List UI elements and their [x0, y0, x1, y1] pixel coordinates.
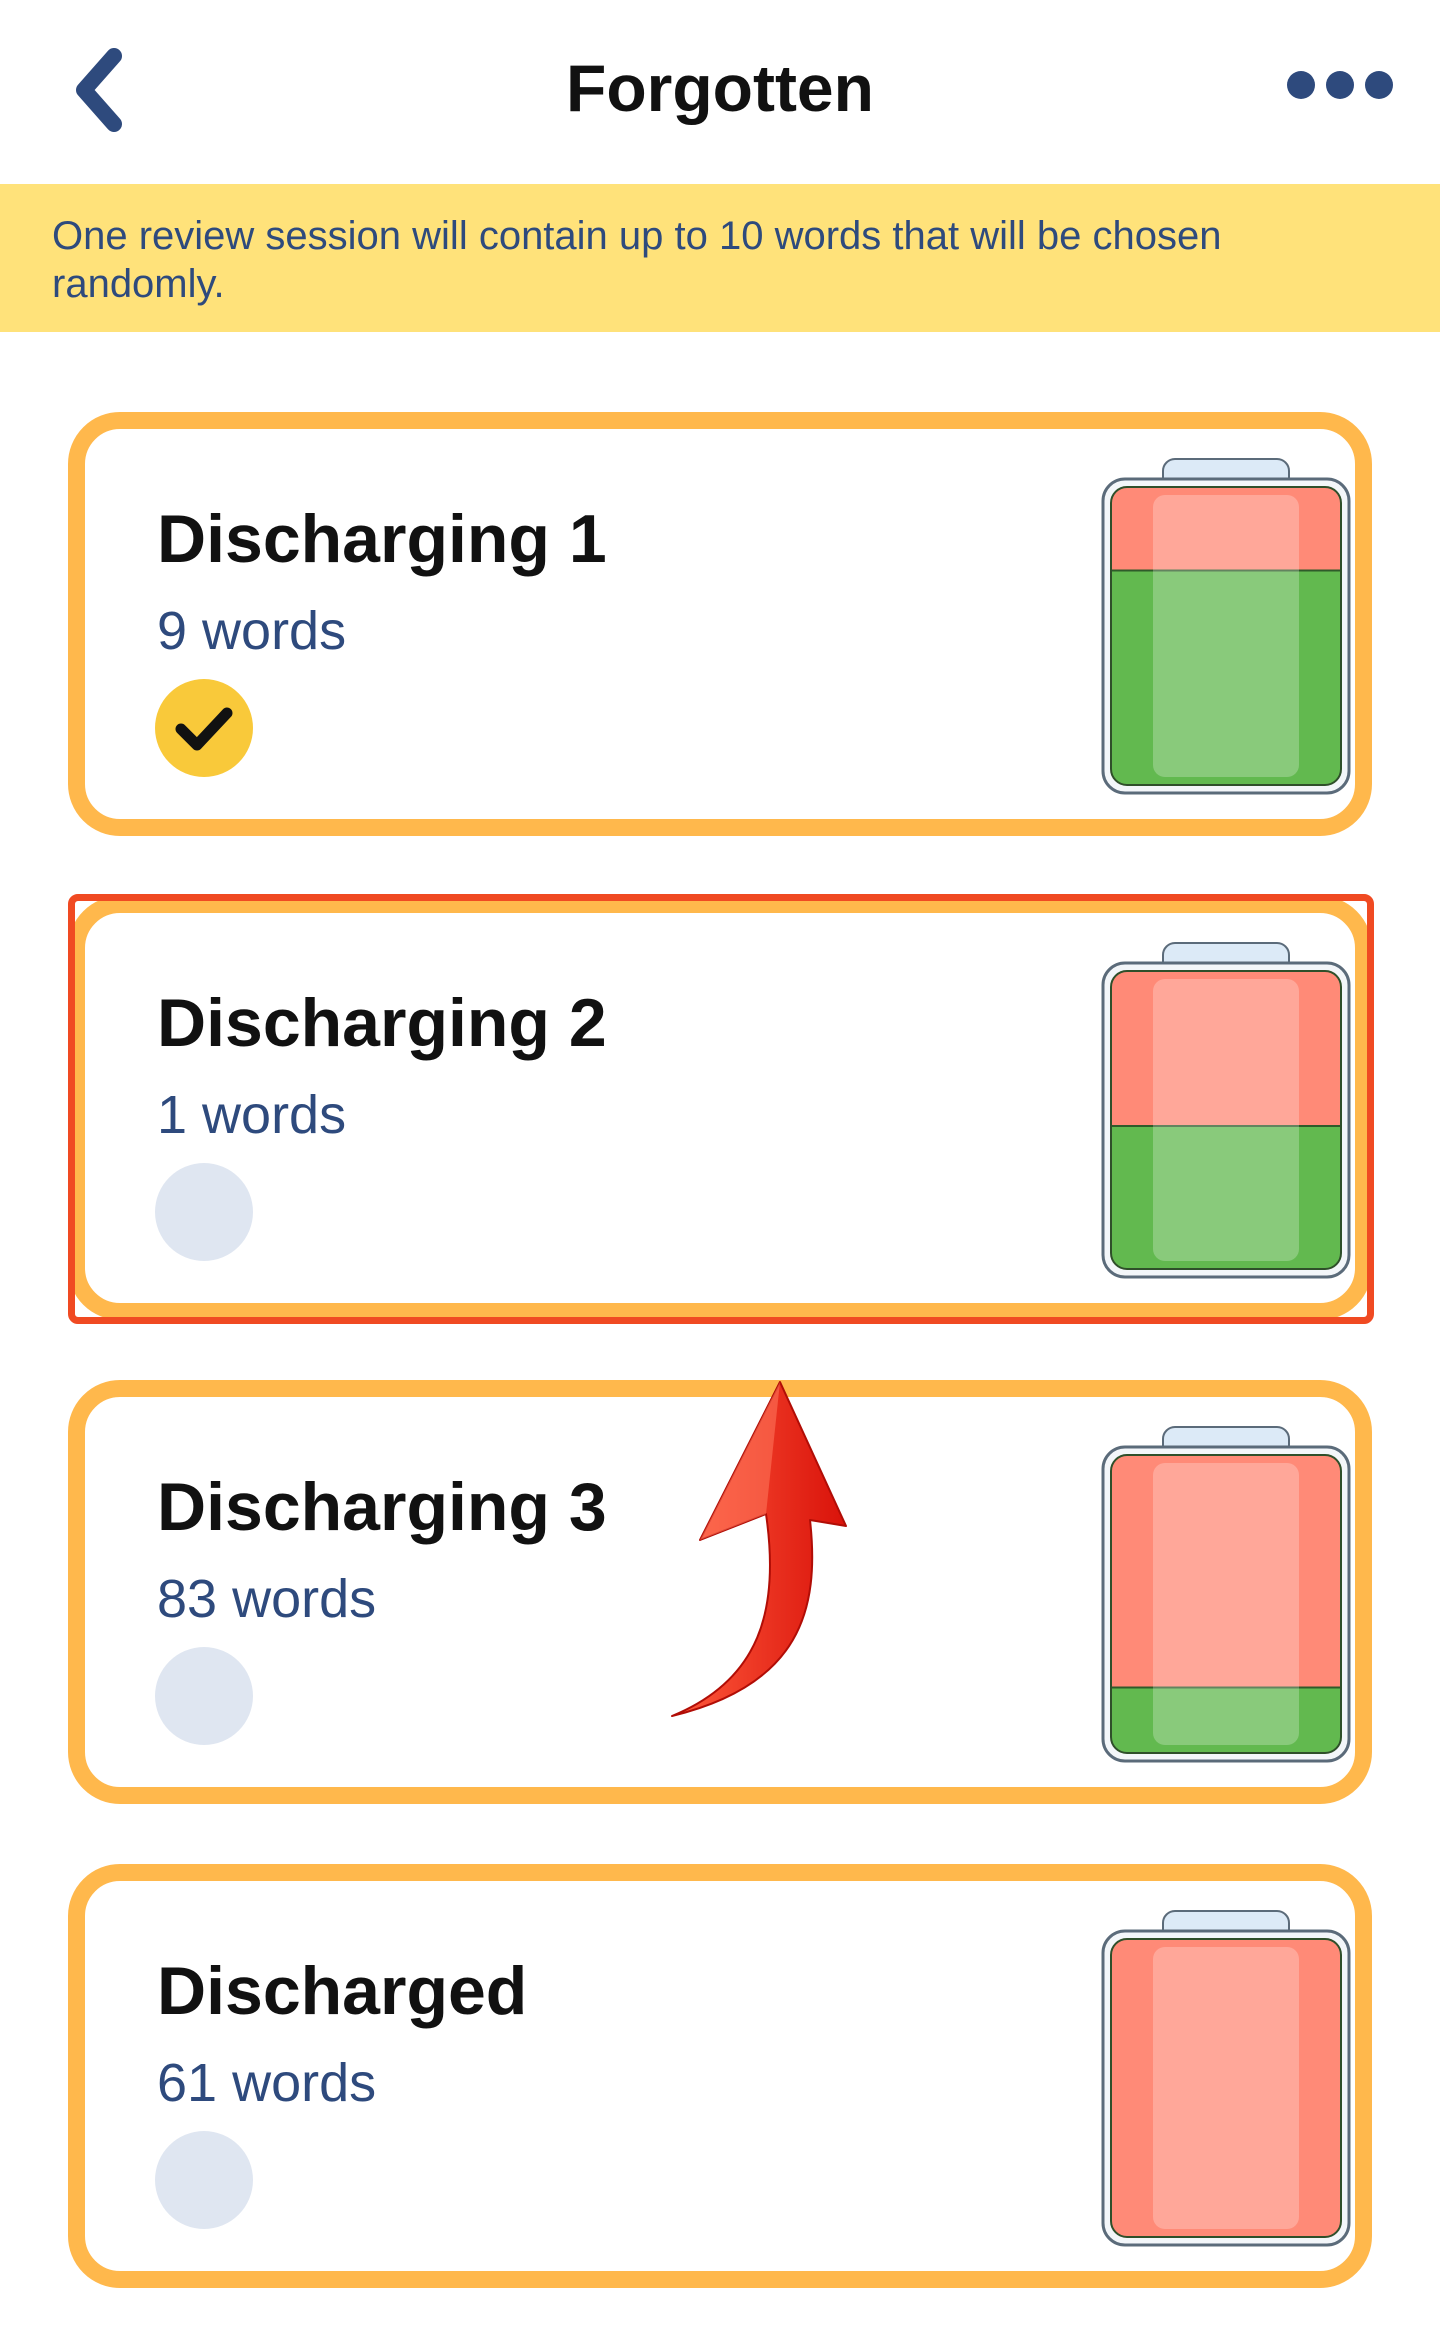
- level-card-discharging-2[interactable]: Discharging 2 1 words: [68, 896, 1372, 1320]
- card-title: Discharging 2: [157, 985, 607, 1061]
- battery-shine: [1153, 495, 1299, 777]
- battery-shine: [1153, 1947, 1299, 2229]
- card-title: Discharged: [157, 1953, 528, 2029]
- battery-shine: [1153, 1463, 1299, 1745]
- screen: Forgotten One review session will contai…: [0, 0, 1440, 2344]
- selection-check[interactable]: [155, 1647, 253, 1745]
- checkmark-icon: [175, 707, 233, 751]
- battery-icon: [1101, 1425, 1351, 1765]
- card-word-count: 83 words: [157, 1569, 377, 1629]
- battery-icon: [1101, 941, 1351, 1281]
- curved-arrow-icon: [671, 1381, 847, 1717]
- level-card-discharged[interactable]: Discharged 61 words: [68, 1864, 1372, 2288]
- app-header: Forgotten: [0, 0, 1440, 184]
- battery-icon: [1101, 1909, 1351, 2249]
- level-card-discharging-1[interactable]: Discharging 1 9 words: [68, 412, 1372, 836]
- info-banner: One review session will contain up to 10…: [0, 184, 1440, 332]
- card-title: Discharging 3: [157, 1469, 607, 1545]
- page-title: Forgotten: [566, 51, 874, 125]
- battery-icon: [1101, 457, 1351, 797]
- more-horizontal-icon: [1287, 71, 1393, 99]
- card-word-count: 1 words: [157, 1085, 347, 1145]
- selection-check[interactable]: [155, 679, 253, 777]
- more-options-button[interactable]: [1280, 50, 1400, 120]
- battery-shine: [1153, 979, 1299, 1261]
- card-word-count: 9 words: [157, 601, 347, 661]
- selection-check[interactable]: [155, 2131, 253, 2229]
- card-word-count: 61 words: [157, 2053, 377, 2113]
- selection-check[interactable]: [155, 1163, 253, 1261]
- card-title: Discharging 1: [157, 501, 607, 577]
